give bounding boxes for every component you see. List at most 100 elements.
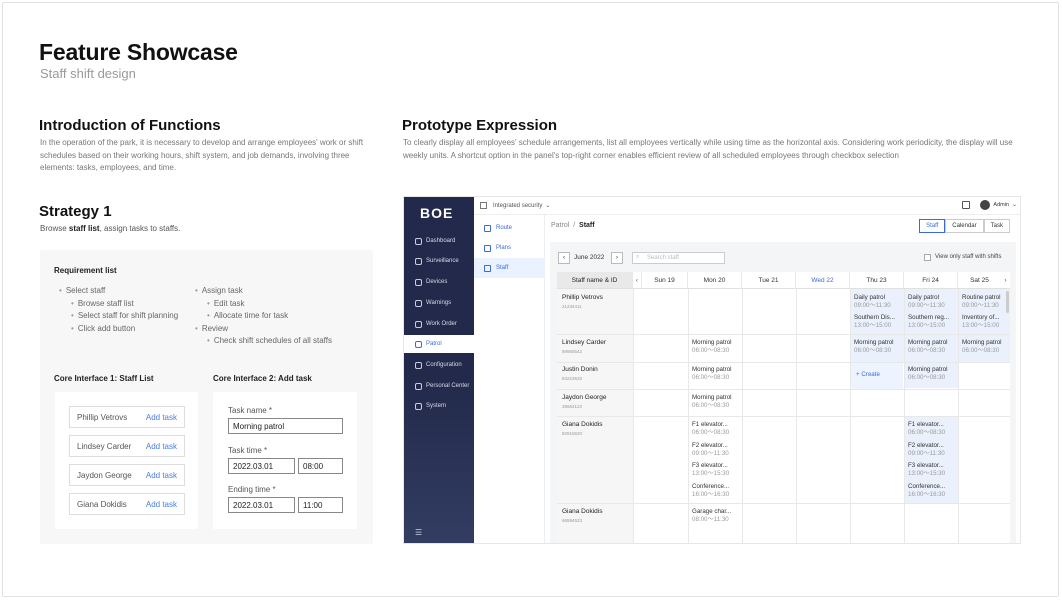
shift-event[interactable]: Daily patrol 09:00～11:30 [854,294,891,309]
shift-event[interactable]: F1 elevator... 06:00～08:30 [692,421,729,436]
staff-row[interactable]: Giana Dokidis Add task [69,493,185,515]
staff-id: 35664122 [562,404,583,409]
staff-name[interactable]: Giana Dokidis [562,508,602,515]
shift-event[interactable]: Inventory of... 13:00～15:00 [962,314,1000,329]
shift-event[interactable]: F3 elevator... 13:00～15:30 [692,462,729,477]
list-item: • Browse staff list [71,298,134,308]
shift-event[interactable]: Morning patrol 06:00～08:30 [962,339,1002,354]
prev-day-icon[interactable]: ‹ [633,272,642,289]
app-prototype: BOE Dashboard Surveillance Devices Warni… [403,196,1021,544]
shift-event[interactable]: F1 elevator... 06:00～08:30 [908,421,945,436]
shift-event[interactable]: Routine patrol 09:00～11:30 [962,294,1001,309]
shift-event[interactable]: Southern reg... 13:00～15:00 [908,314,949,329]
user-icon [415,382,422,390]
sidebar-item-surveillance[interactable]: Surveillance [404,252,474,270]
sidebar-item-configuration[interactable]: Configuration [404,356,474,374]
staff-name[interactable]: Phillip Vetrovs [562,294,603,301]
staff-id: 21234411 [562,304,582,309]
shift-event[interactable]: Morning patrol 06:00～08:30 [854,339,894,354]
staff-row[interactable]: Lindsey Carder Add task [69,435,185,457]
next-day-icon[interactable]: › [1001,272,1010,289]
sidebar-item-patrol[interactable]: Patrol [404,335,474,353]
add-task-link[interactable]: Add task [146,413,177,422]
staff-row[interactable]: Phillip Vetrovs Add task [69,406,185,428]
column-header-day: Mon 20 [688,272,742,289]
breadcrumb-parent[interactable]: Patrol [551,222,569,229]
sidebar-item-system[interactable]: System [404,397,474,415]
column-header-day: Fri 24 [904,272,958,289]
add-task-link[interactable]: Add task [146,500,177,509]
column-header-day: Sun 19 [642,272,688,289]
list-item: • Select staff [59,286,106,295]
view-calendar-button[interactable]: Calendar [945,219,984,233]
end-date-input[interactable]: 2022.03.01 [228,497,295,513]
shift-event[interactable]: Morning patrol 06:00～08:30 [692,366,732,381]
row-divider [557,416,1010,417]
staff-row[interactable]: Jaydon George Add task [69,464,185,486]
row-divider [557,503,1010,504]
list-item: • Allocate time for task [207,311,289,320]
module-icon [480,202,487,209]
shift-event[interactable]: Morning patrol 06:00～08:30 [692,394,732,409]
shift-event[interactable]: F2 elevator... 09:00～11:30 [692,442,729,457]
subnav-item-staff[interactable]: Staff [474,258,545,278]
view-task-button[interactable]: Task [983,219,1010,233]
create-button[interactable]: + Create [856,371,880,379]
shift-event[interactable]: Conference... 16:00～16:30 [692,483,729,498]
add-task-panel: Task name * Morning patrol Task time * 2… [213,392,357,529]
prototype-heading: Prototype Expression [402,117,558,134]
route-icon [484,224,491,232]
sidebar-item-dashboard[interactable]: Dashboard [404,232,474,250]
view-staff-button[interactable]: Staff [919,219,946,233]
top-bar: Integrated security ⌄ Admin ⌄ [474,197,1020,215]
staff-name[interactable]: Giana Dokidis [562,421,602,428]
task-hour-input[interactable]: 08:00 [298,458,343,474]
list-item: • Review [195,323,229,333]
end-hour-input[interactable]: 11:00 [298,497,343,513]
sidebar-item-personal-center[interactable]: Personal Center [404,377,474,395]
list-item: • Assign task [195,286,243,295]
sidebar-item-devices[interactable]: Devices [404,273,474,291]
add-task-link[interactable]: Add task [146,471,177,480]
shift-event[interactable]: F3 elevator... 13:00～15:30 [908,462,945,477]
chevron-down-icon: ⌄ [1011,202,1017,208]
shift-event[interactable]: Garage char... 08:00～11:30 [692,508,731,523]
sidebar-item-warnings[interactable]: Warnings [404,294,474,312]
add-task-link[interactable]: Add task [146,442,177,451]
notification-icon[interactable] [962,201,970,209]
patrol-icon [415,340,422,348]
scrollbar[interactable] [1006,291,1009,313]
strategy-heading: Strategy 1 [39,203,112,220]
shift-event[interactable]: Morning patrol 06:00～08:30 [908,366,948,381]
work-order-icon [415,320,422,328]
staff-name[interactable]: Justin Donin [562,366,598,373]
shift-event[interactable]: F2 elevator... 09:00～11:30 [908,442,945,457]
dashboard-icon [415,237,422,245]
module-switcher[interactable]: Integrated security [493,203,542,209]
search-input[interactable]: Search staff [632,252,725,264]
staff-name[interactable]: Lindsey Carder [562,339,606,346]
task-name-input[interactable]: Morning patrol [228,418,343,434]
shift-event[interactable]: Morning patrol 06:00～08:30 [692,339,732,354]
prev-week-button[interactable]: ‹ [558,252,570,264]
task-date-input[interactable]: 2022.03.01 [228,458,295,474]
plans-icon [484,244,491,252]
avatar[interactable] [980,200,990,210]
staff-list-panel: Phillip Vetrovs Add task Lindsey Carder Ad… [55,392,198,529]
collapse-menu-icon[interactable]: ☰ [415,528,422,537]
shift-event[interactable]: Daily patrol 09:00～11:30 [908,294,945,309]
subnav-item-route[interactable]: Route [474,218,545,238]
subnav-item-plans[interactable]: Plans [474,238,545,258]
shift-event[interactable]: Morning patrol 06:00～08:30 [908,339,948,354]
row-divider [557,334,1010,335]
staff-name[interactable]: Jaydon George [562,394,606,401]
next-week-button[interactable]: › [611,252,623,264]
shift-event[interactable]: Southern Dis... 13:00～15:00 [854,314,895,329]
shift-event[interactable]: Conference... 16:00～16:30 [908,483,945,498]
sub-navigation: Route Plans Staff [474,215,545,543]
sidebar-item-work-order[interactable]: Work Order [404,315,474,333]
requirement-list-right: • Assign task • Edit task • Allocate time f… [195,285,332,348]
user-menu[interactable]: Admin [993,202,1009,208]
view-switcher: Staff Calendar Task [919,219,1010,233]
filter-checkbox[interactable] [924,254,931,261]
